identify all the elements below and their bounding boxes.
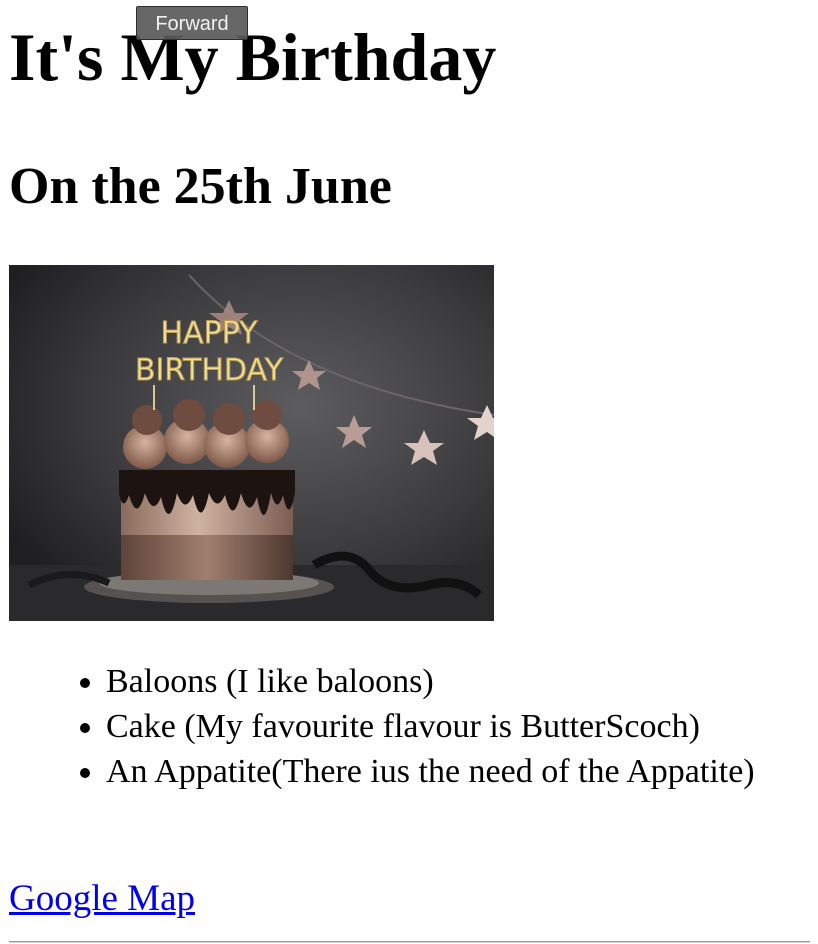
topper-text-happy: HAPPY [161, 316, 259, 351]
page: It's My Birthday On the 25th June HAPPY … [0, 0, 818, 943]
topper-text-birthday: BIRTHDAY [135, 353, 284, 388]
wishlist: Baloons (I like baloons) Cake (My favour… [60, 659, 806, 794]
page-subtitle: On the 25th June [9, 158, 392, 215]
horizontal-divider [9, 941, 810, 943]
page-title: It's My Birthday [9, 19, 497, 95]
forward-tooltip: Forward [136, 6, 248, 40]
google-map-link[interactable]: Google Map [9, 876, 195, 921]
birthday-cake-image: HAPPY BIRTHDAY [9, 265, 494, 621]
list-item: Baloons (I like baloons) [106, 659, 806, 704]
list-item: An Appatite(There ius the need of the Ap… [106, 749, 806, 794]
list-item: Cake (My favourite flavour is ButterScoc… [106, 704, 806, 749]
